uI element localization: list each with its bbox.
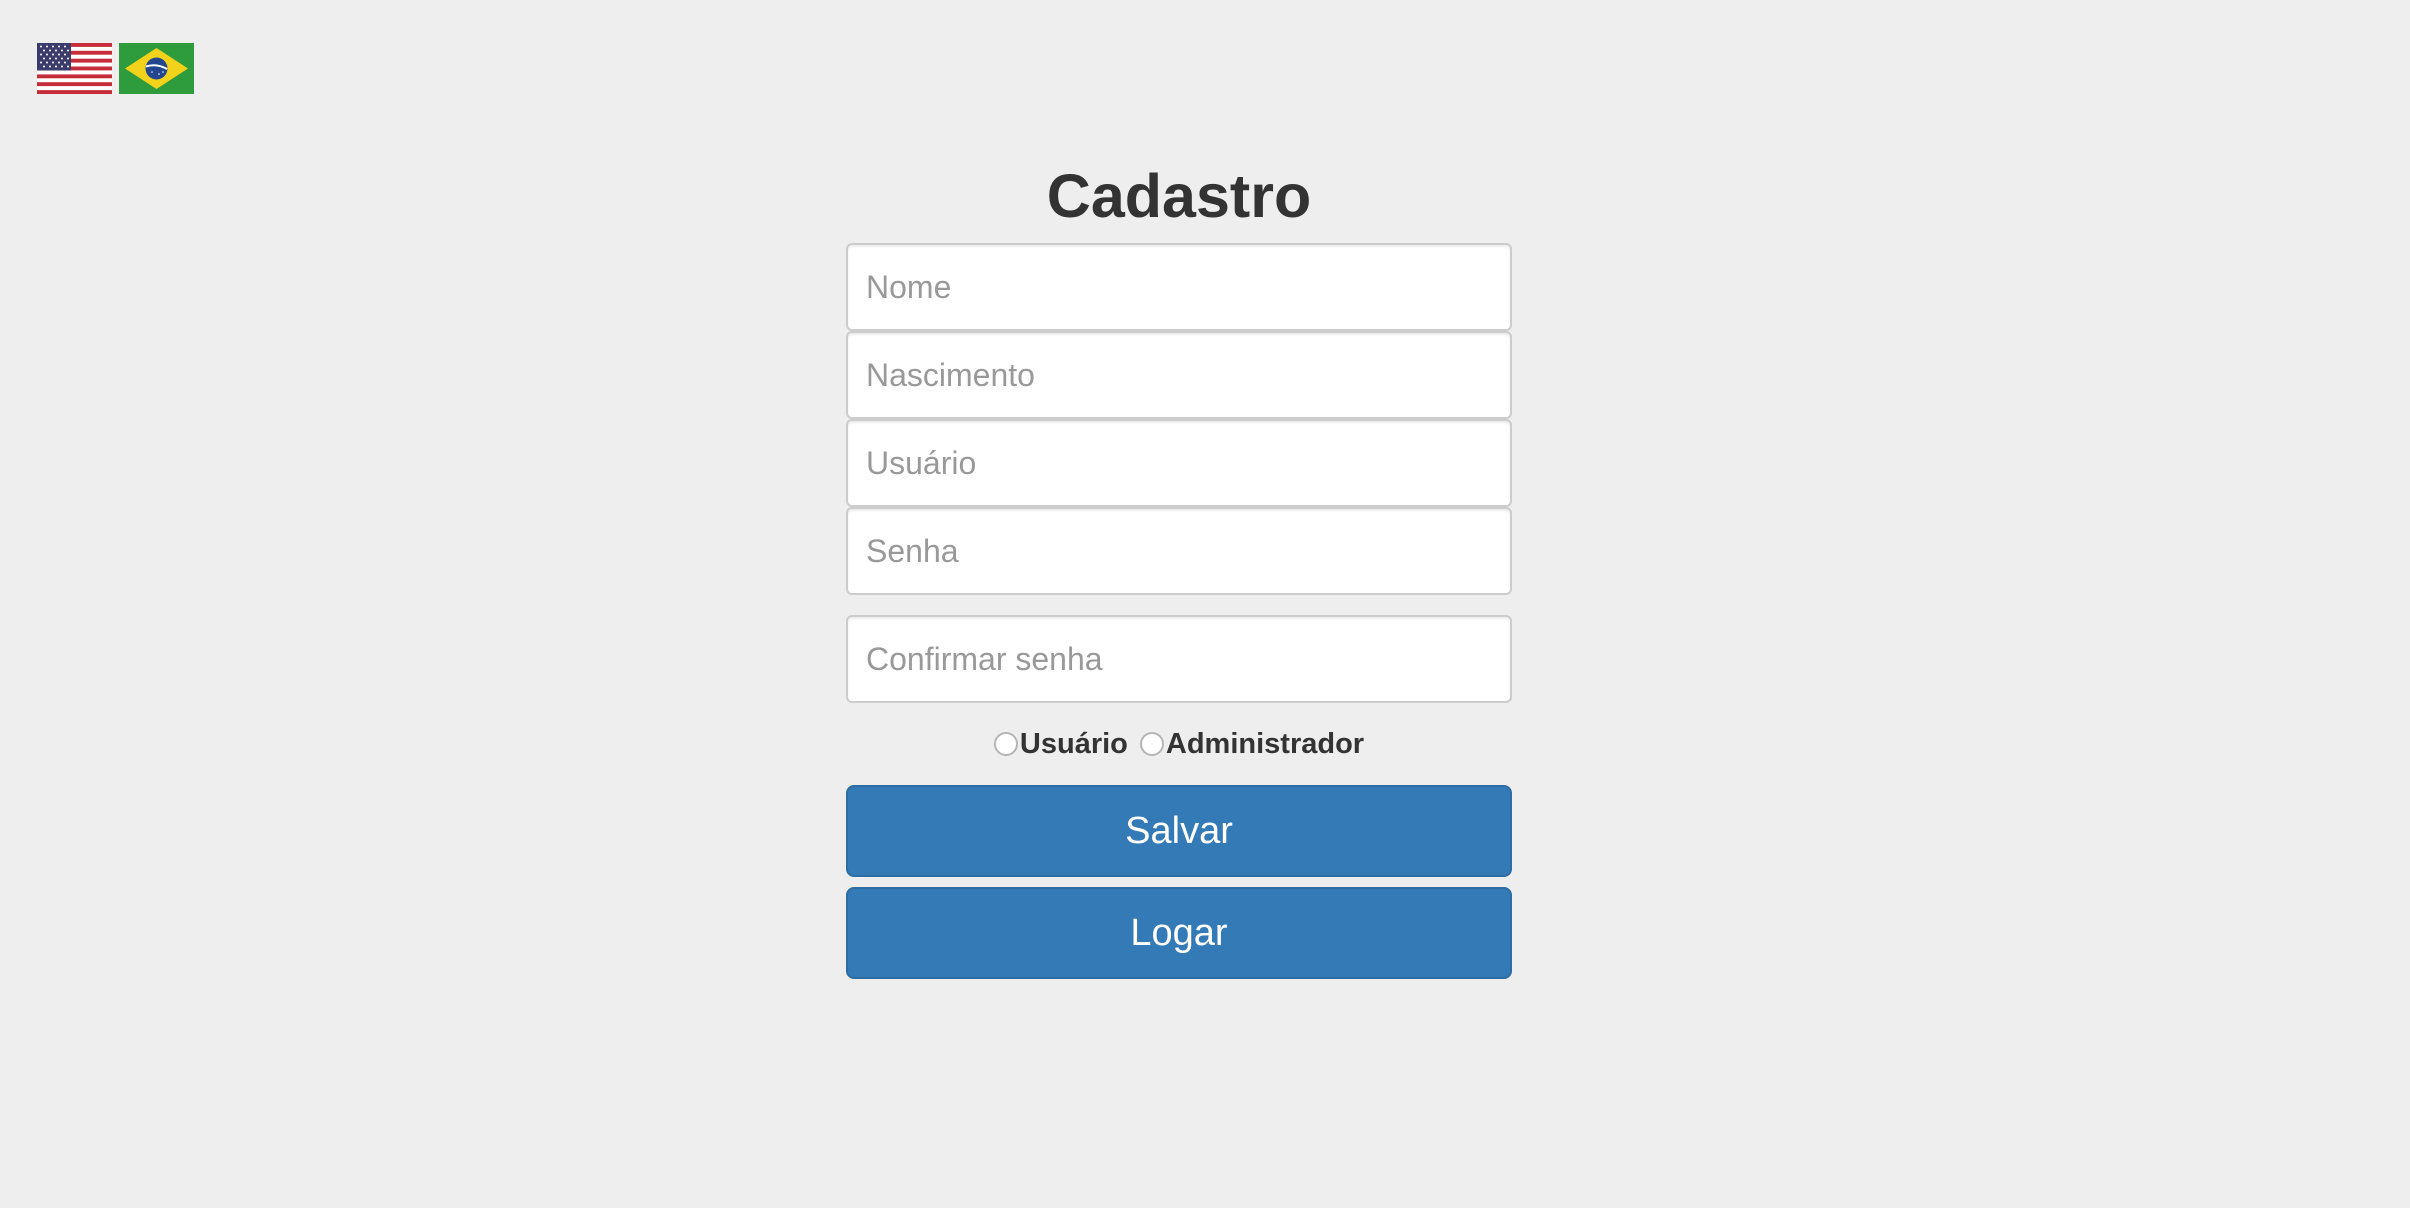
role-option-administrador[interactable]: Administrador — [1139, 727, 1365, 761]
registration-form: Cadastro Usuário Administrador Salvar Lo… — [846, 150, 1512, 979]
login-button[interactable]: Logar — [846, 887, 1512, 979]
role-option-usuario[interactable]: Usuário — [993, 727, 1128, 761]
save-button[interactable]: Salvar — [846, 785, 1512, 877]
role-radio-group: Usuário Administrador — [846, 703, 1512, 785]
language-selector — [37, 43, 194, 94]
nome-input[interactable] — [846, 243, 1512, 331]
radio-usuario[interactable] — [993, 732, 1018, 756]
confirmar-senha-input[interactable] — [846, 615, 1512, 703]
us-flag-icon[interactable] — [37, 43, 112, 94]
radio-label-administrador: Administrador — [1165, 727, 1365, 760]
senha-input[interactable] — [846, 507, 1512, 595]
radio-administrador[interactable] — [1139, 732, 1164, 756]
usuario-input[interactable] — [846, 419, 1512, 507]
page-title: Cadastro — [1046, 162, 1312, 230]
brazil-flag-icon[interactable] — [119, 43, 194, 94]
nascimento-input[interactable] — [846, 331, 1512, 419]
radio-label-usuario: Usuário — [1019, 727, 1128, 760]
